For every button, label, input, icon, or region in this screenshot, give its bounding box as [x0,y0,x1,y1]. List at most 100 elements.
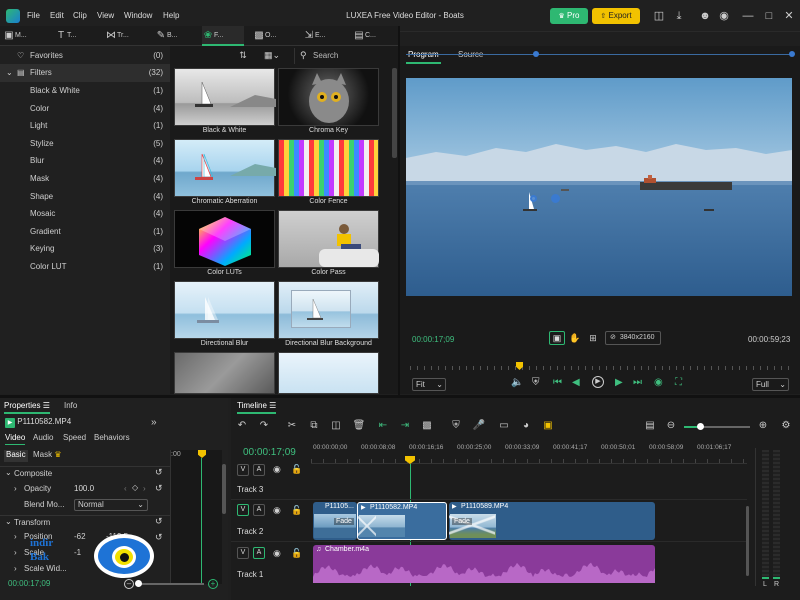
video-preview[interactable] [406,78,792,296]
pro-button[interactable]: ♛ Pro [550,8,588,24]
eye-icon[interactable]: ◉ [273,505,281,516]
feedback-icon[interactable]: ◉ [716,8,732,24]
tab-behaviors[interactable]: Behaviors [94,433,130,442]
mode-basic[interactable]: Basic [4,450,28,462]
timeline-ruler[interactable]: 00:00:00;00 00:00:08;08 00:00:16;16 00:00:2… [311,442,747,464]
screen-record-icon[interactable]: ▭ [497,419,511,433]
expand-panel-icon[interactable]: » [151,417,157,428]
tab-brush[interactable]: ✎ B... [155,26,178,46]
category-item[interactable]: Mask (4) [0,170,170,188]
audio-toggle-button[interactable]: A [253,504,265,516]
eye-icon[interactable]: ◉ [273,464,281,475]
tab-text[interactable]: T T... [55,26,76,46]
crop-icon[interactable]: ⊞ [586,331,600,345]
video-clip[interactable]: ▶ P1110589.MP4 Fade [449,502,655,540]
fit-timeline-icon[interactable]: ▤ [643,419,657,433]
filters-item[interactable]: ⌄ ▤ Filters (32) [0,64,170,82]
lock-icon[interactable]: 🔓 [291,548,302,559]
opacity-input[interactable]: 100.0 [74,484,94,493]
thumb-directional-blur[interactable] [174,281,275,339]
category-item[interactable]: Blur (4) [0,152,170,170]
tab-info[interactable]: Info [64,398,77,414]
composite-section[interactable]: ⌄ Composite [0,466,170,479]
tab-filters[interactable]: ❀ F... [202,26,244,46]
redo-icon[interactable]: ↷ [257,419,271,433]
split-icon[interactable]: ✂ [285,419,299,433]
zoom-out-icon[interactable]: ⊖ [664,419,678,433]
timeline-zoom-thumb[interactable] [697,423,704,430]
delete-icon[interactable]: 🗑 [352,419,366,433]
category-item[interactable]: Black & White (1) [0,82,170,100]
zoom-slider-track[interactable] [136,583,204,585]
lock-icon[interactable]: 🔓 [291,505,302,516]
tab-properties[interactable]: Properties ☰ [4,398,50,414]
video-clip-selected[interactable]: ▶ P1110582.MP4 [357,502,447,540]
tab-audio[interactable]: Audio [33,433,53,442]
settings-icon[interactable]: ⚙ [779,419,793,433]
tab-overlays[interactable]: ▩O... [253,26,276,46]
microphone-icon[interactable]: 🎤 [472,419,486,433]
export-button[interactable]: ⇧ Export [592,8,640,24]
category-item[interactable]: Color (4) [0,100,170,118]
mode-mask[interactable]: Mask ♛ [33,450,62,459]
category-item[interactable]: Gradient (1) [0,223,170,241]
preview-mode-icon[interactable]: ▣ [549,331,565,345]
blend-mode-select[interactable]: Normal ⌄ [74,499,148,511]
resolution-badge[interactable]: ⊘ 3840x2160 [605,331,661,345]
tab-transitions[interactable]: ⋈Tr... [105,26,129,46]
timeline-zoom-track[interactable] [684,426,750,428]
thumb-black-white[interactable] [174,68,276,126]
trim-end-icon[interactable]: ⇥ [398,419,412,433]
play-icon[interactable]: ▶ [592,376,604,388]
fit-select[interactable]: Fit ⌄ [412,378,446,391]
trim-start-icon[interactable]: ⇤ [376,419,390,433]
minimize-icon[interactable]: — [740,8,756,24]
search-field[interactable]: ⚲ Search [294,48,394,64]
thumb-color-fence[interactable] [278,139,379,197]
skip-end-icon[interactable]: ⏭ [633,377,642,388]
video-toggle-button[interactable]: V [237,504,249,516]
lock-icon[interactable]: 🔓 [291,464,302,475]
tab-speed[interactable]: Speed [63,433,86,442]
undo-icon[interactable]: ↶ [235,419,249,433]
video-toggle-button[interactable]: V [237,464,249,476]
tab-effects[interactable]: ⇲ E... [303,26,326,46]
thumb-emboss[interactable] [174,352,275,394]
snapshot-icon[interactable]: ◉ [654,377,663,388]
image-icon[interactable]: ▣ [541,419,555,433]
tab-source[interactable]: Source [458,46,483,64]
zoom-in-button[interactable]: + [208,579,218,589]
category-item[interactable]: Color LUT (1) [0,258,170,276]
keyframe-prev-icon[interactable]: ‹ [124,484,127,493]
category-item[interactable]: Mosaic (4) [0,205,170,223]
transform-section[interactable]: ⌄ Transform [0,515,170,528]
thumb-directional-blur-background[interactable] [278,281,379,339]
track-2-lane[interactable]: P11105... Fade ▶ P1110582.MP4 ▶ P1110589… [311,500,747,542]
tab-media[interactable]: ▣M... [3,26,26,46]
sort-icon[interactable]: ⇅ [236,50,250,62]
maximize-icon[interactable]: □ [761,8,777,24]
scrub-bar[interactable] [410,366,790,370]
download-icon[interactable]: ⤓ [671,8,687,24]
transition-marker[interactable] [358,515,376,537]
volume-icon[interactable]: 🔈 [511,377,523,388]
marker-icon[interactable]: ⛨ [532,377,540,388]
skip-start-icon[interactable]: ⏮ [553,377,562,388]
video-toggle-button[interactable]: V [237,547,249,559]
fullscreen-icon[interactable]: ⛶ [675,377,682,388]
tab-captions[interactable]: ▤C... [353,26,376,46]
save-icon[interactable]: ◫ [651,8,667,24]
properties-scrollbar[interactable] [222,464,226,514]
thumb-color-luts[interactable] [174,210,275,268]
hand-icon[interactable]: ✋ [568,331,582,345]
anchor-point[interactable] [530,195,537,202]
audio-clip[interactable]: ♫ Chamber.m4a [313,545,655,583]
track-3-lane[interactable] [311,464,747,500]
video-clip[interactable]: P11105... Fade [313,502,357,540]
thumb-chroma-key[interactable] [278,68,379,126]
freeze-frame-icon[interactable]: ▩ [420,419,434,433]
zoom-in-icon[interactable]: ⊕ [756,419,770,433]
category-item[interactable]: Stylize (5) [0,135,170,153]
account-icon[interactable]: ☻ [697,8,713,24]
grid-view-icon[interactable]: ▦⌄ [264,50,284,62]
